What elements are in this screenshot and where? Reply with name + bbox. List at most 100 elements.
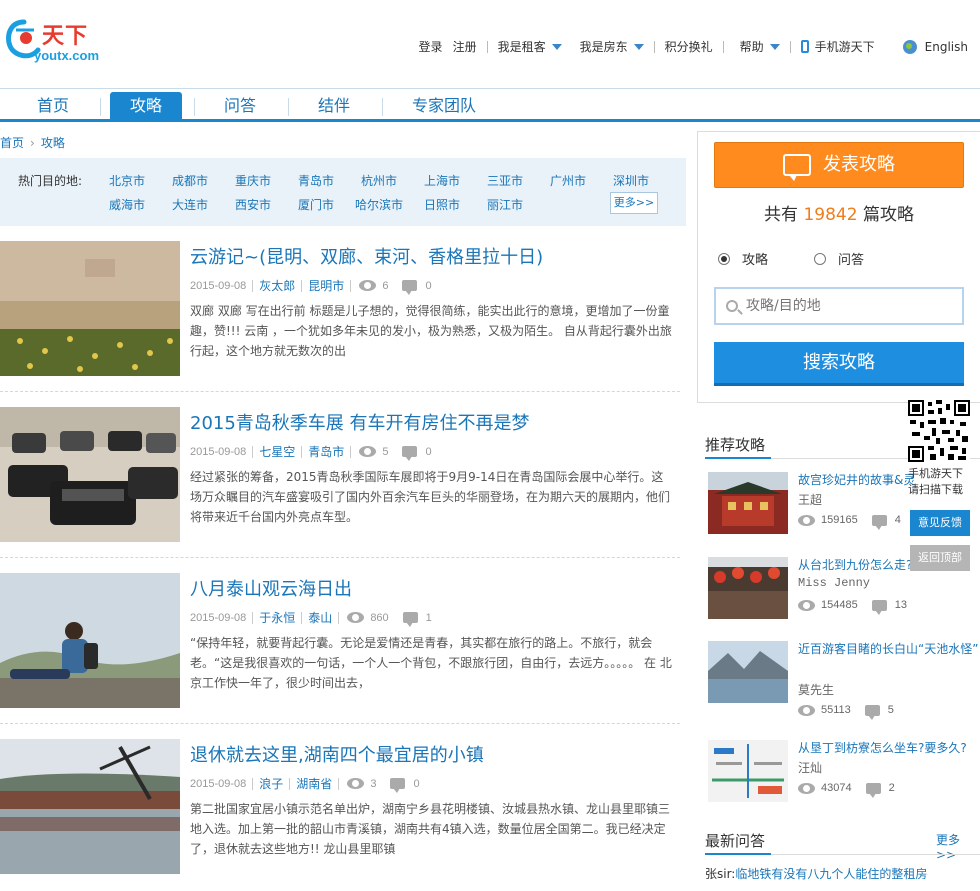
recommended-comments: 4: [894, 514, 901, 526]
recommended-thumbnail[interactable]: [708, 472, 788, 534]
article-title[interactable]: 退休就去这里,湖南四个最宜居的小镇: [190, 741, 484, 767]
login-link[interactable]: 登录: [419, 38, 443, 55]
recommended-views: 43074: [821, 782, 852, 794]
recommended-stats: 154485 13: [798, 599, 907, 615]
breadcrumb-current[interactable]: 攻略: [41, 134, 65, 151]
article-thumbnail[interactable]: [0, 739, 180, 874]
article-summary: “保持年轻，就要背起行囊。无论是爱情还是青春，其实都在旅行的路上。不旅行，就会老…: [190, 636, 672, 690]
article-meta: 2015-09-08 于永恒 泰山 860 1: [190, 609, 432, 627]
tab-companions[interactable]: 结伴: [298, 92, 370, 120]
register-link[interactable]: 注册: [453, 38, 477, 55]
recommended-stats: 159165 4: [798, 514, 901, 530]
article-thumbnail[interactable]: [0, 241, 180, 376]
recommended-title-link[interactable]: 近百游客目睹的长白山“天池水怪”: [798, 641, 980, 658]
city-link[interactable]: 重庆市: [235, 172, 271, 189]
article-title[interactable]: 云游记~(昆明、双廊、束河、香格里拉十日): [190, 243, 543, 269]
globe-icon: [902, 39, 917, 54]
qa-more-link[interactable]: 更多>>: [936, 831, 980, 862]
article-summary: 第二批国家宜居小镇示范名单出炉，湖南宁乡县花明楼镇、汝城县热水镇、龙山县里耶镇三…: [190, 802, 671, 856]
article-city[interactable]: 湖南省: [296, 775, 332, 792]
qa-user: 张sir:: [705, 867, 736, 881]
recommended-title-link[interactable]: 从垦丁到枋寮怎么坐车?要多久?: [798, 740, 980, 757]
feedback-button[interactable]: 意见反馈: [910, 510, 970, 536]
town-photo-icon: [0, 739, 180, 874]
article-author[interactable]: 七星空: [259, 443, 295, 460]
meta-separator: [301, 279, 303, 292]
recommended-comments: 13: [894, 599, 907, 611]
main-navigation: 首页 攻略 问答 结伴 专家团队: [0, 88, 980, 122]
comments-icon: [402, 446, 418, 461]
article-title[interactable]: 2015青岛秋季车展 有车开有房住不再是梦: [190, 409, 530, 435]
article-city[interactable]: 泰山: [308, 609, 332, 626]
comments-icon: [390, 778, 406, 793]
mobile-phone-icon: [800, 40, 809, 53]
meta-separator: [301, 611, 303, 624]
radio-qa[interactable]: [814, 252, 827, 265]
back-to-top-button[interactable]: 返回顶部: [910, 545, 970, 571]
city-link[interactable]: 北京市: [109, 172, 145, 189]
breadcrumb-home[interactable]: 首页: [0, 134, 24, 151]
site-logo[interactable]: 天下 youtx.com: [4, 16, 104, 68]
article-date: 2015-09-08: [190, 777, 247, 790]
city-link[interactable]: 大连市: [172, 196, 208, 213]
city-link[interactable]: 威海市: [109, 196, 145, 213]
recommended-author: Miss Jenny: [798, 576, 871, 590]
city-link[interactable]: 三亚市: [487, 172, 523, 189]
tab-home[interactable]: 首页: [18, 92, 88, 120]
article-thumbnail[interactable]: [0, 407, 180, 542]
english-link[interactable]: English: [902, 39, 968, 54]
city-link[interactable]: 西安市: [235, 196, 271, 213]
landscape-photo-icon: [0, 241, 180, 376]
views-icon: [798, 704, 815, 716]
article-views: 6: [382, 279, 389, 292]
qr-caption: 手机游天下 请扫描下载: [908, 466, 963, 498]
city-link[interactable]: 杭州市: [361, 172, 397, 189]
help-menu-label: 帮助: [739, 40, 764, 54]
city-link[interactable]: 成都市: [172, 172, 208, 189]
mobile-app-link[interactable]: 手机游天下: [800, 38, 875, 55]
section-underline: [705, 853, 980, 855]
city-link[interactable]: 深圳市: [613, 172, 649, 189]
city-link[interactable]: 厦门市: [298, 196, 334, 213]
city-link[interactable]: 丽江市: [487, 196, 523, 213]
article-views: 5: [382, 445, 389, 458]
palace-photo-icon: [708, 472, 788, 534]
article-author[interactable]: 灰太郎: [259, 277, 295, 294]
city-link[interactable]: 青岛市: [298, 172, 334, 189]
renter-menu[interactable]: 我是租客: [498, 38, 562, 55]
tab-experts[interactable]: 专家团队: [394, 92, 494, 120]
meta-separator: [252, 611, 254, 624]
help-menu[interactable]: 帮助: [740, 38, 780, 55]
recommended-thumbnail[interactable]: [708, 740, 788, 802]
radio-guide[interactable]: [718, 252, 730, 265]
radio-qa-label: 问答: [838, 253, 865, 268]
city-link[interactable]: 哈尔滨市: [355, 196, 403, 213]
post-guide-button[interactable]: 发表攻略: [714, 142, 964, 188]
qa-question-link[interactable]: 临地铁有没有八九个人能住的整租房: [735, 867, 927, 881]
recommended-comments: 5: [887, 704, 894, 716]
landlord-menu[interactable]: 我是房东: [580, 38, 644, 55]
tab-qa[interactable]: 问答: [204, 92, 276, 120]
article-author[interactable]: 于永恒: [259, 609, 295, 626]
search-input[interactable]: [746, 298, 956, 314]
article-author[interactable]: 浪子: [259, 775, 283, 792]
recommended-thumbnail[interactable]: [708, 557, 788, 619]
article-title[interactable]: 八月泰山观云海日出: [190, 575, 352, 601]
article-thumbnail[interactable]: [0, 573, 180, 708]
more-destinations-button[interactable]: 更多>>: [610, 192, 658, 214]
city-link[interactable]: 广州市: [550, 172, 586, 189]
points-link[interactable]: 积分换礼: [665, 38, 713, 55]
tab-separator: [100, 98, 101, 116]
views-icon: [347, 778, 365, 789]
views-icon: [347, 612, 365, 623]
guide-count-number: 19842: [803, 205, 858, 225]
article-city[interactable]: 昆明市: [308, 277, 344, 294]
article-divider: [0, 391, 680, 392]
recommended-thumbnail[interactable]: [708, 641, 788, 703]
city-link[interactable]: 日照市: [424, 196, 460, 213]
meta-separator: [350, 445, 352, 458]
city-link[interactable]: 上海市: [424, 172, 460, 189]
search-guides-button[interactable]: 搜索攻略: [714, 342, 964, 386]
tab-guides[interactable]: 攻略: [110, 92, 182, 120]
article-city[interactable]: 青岛市: [308, 443, 344, 460]
